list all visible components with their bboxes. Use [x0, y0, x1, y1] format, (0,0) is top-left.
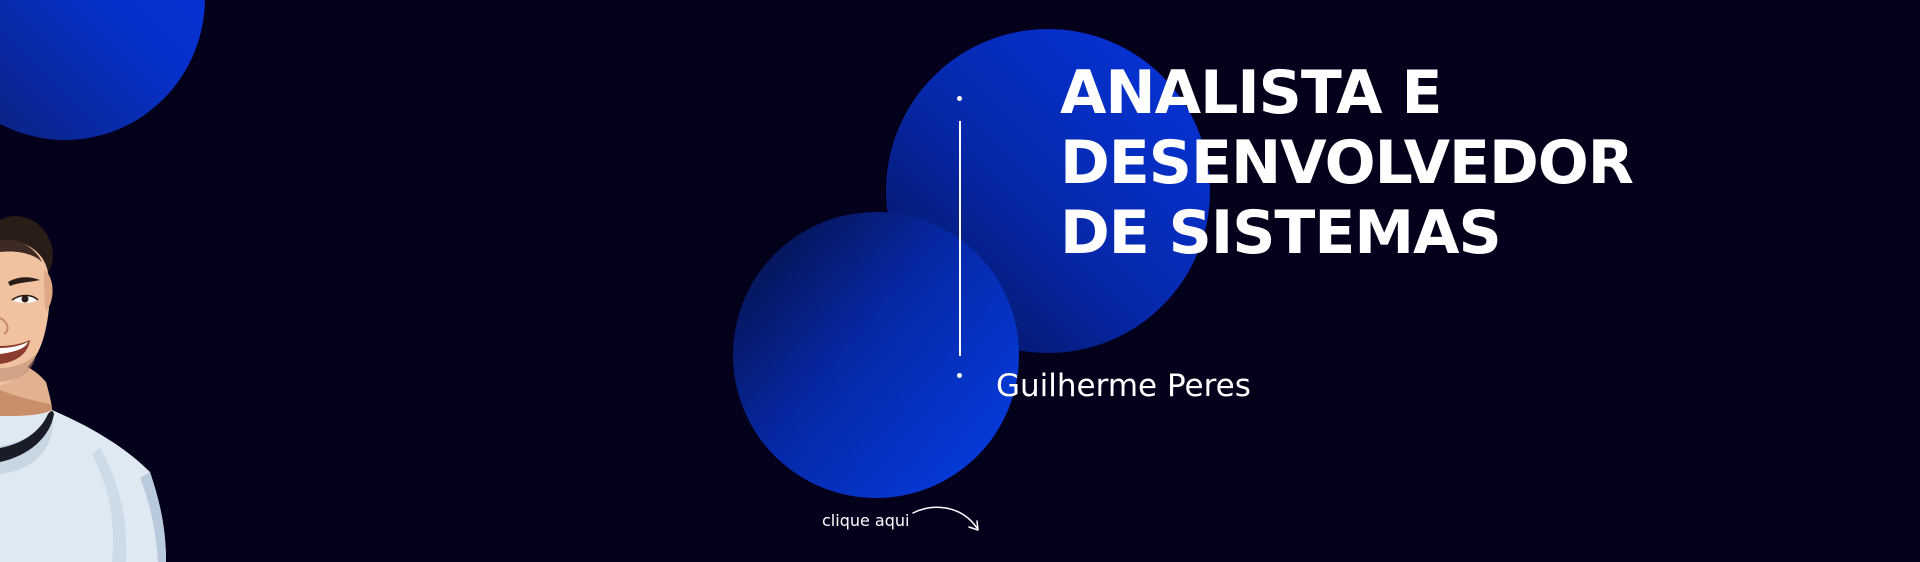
title-line: DESENVOLVEDOR	[1060, 128, 1634, 198]
decorative-circle-corner	[0, 0, 205, 140]
cta-label: clique aqui	[822, 511, 910, 530]
click-here-link[interactable]: clique aqui	[822, 506, 983, 536]
decorative-circle-lower	[733, 212, 1019, 498]
page-title: ANALISTA E DESENVOLVEDOR DE SISTEMAS	[1060, 58, 1820, 268]
vertical-divider	[959, 121, 961, 356]
title-line: DE SISTEMAS	[1060, 198, 1502, 268]
author-name: Guilherme Peres	[996, 368, 1251, 404]
divider-dot-bottom	[957, 373, 962, 378]
avatar	[0, 216, 166, 562]
hero-banner: ANALISTA E DESENVOLVEDOR DE SISTEMAS Gui…	[0, 0, 1920, 562]
divider-dot-top	[957, 96, 962, 101]
title-line: ANALISTA E	[1060, 58, 1442, 128]
curved-arrow-icon	[912, 506, 980, 531]
